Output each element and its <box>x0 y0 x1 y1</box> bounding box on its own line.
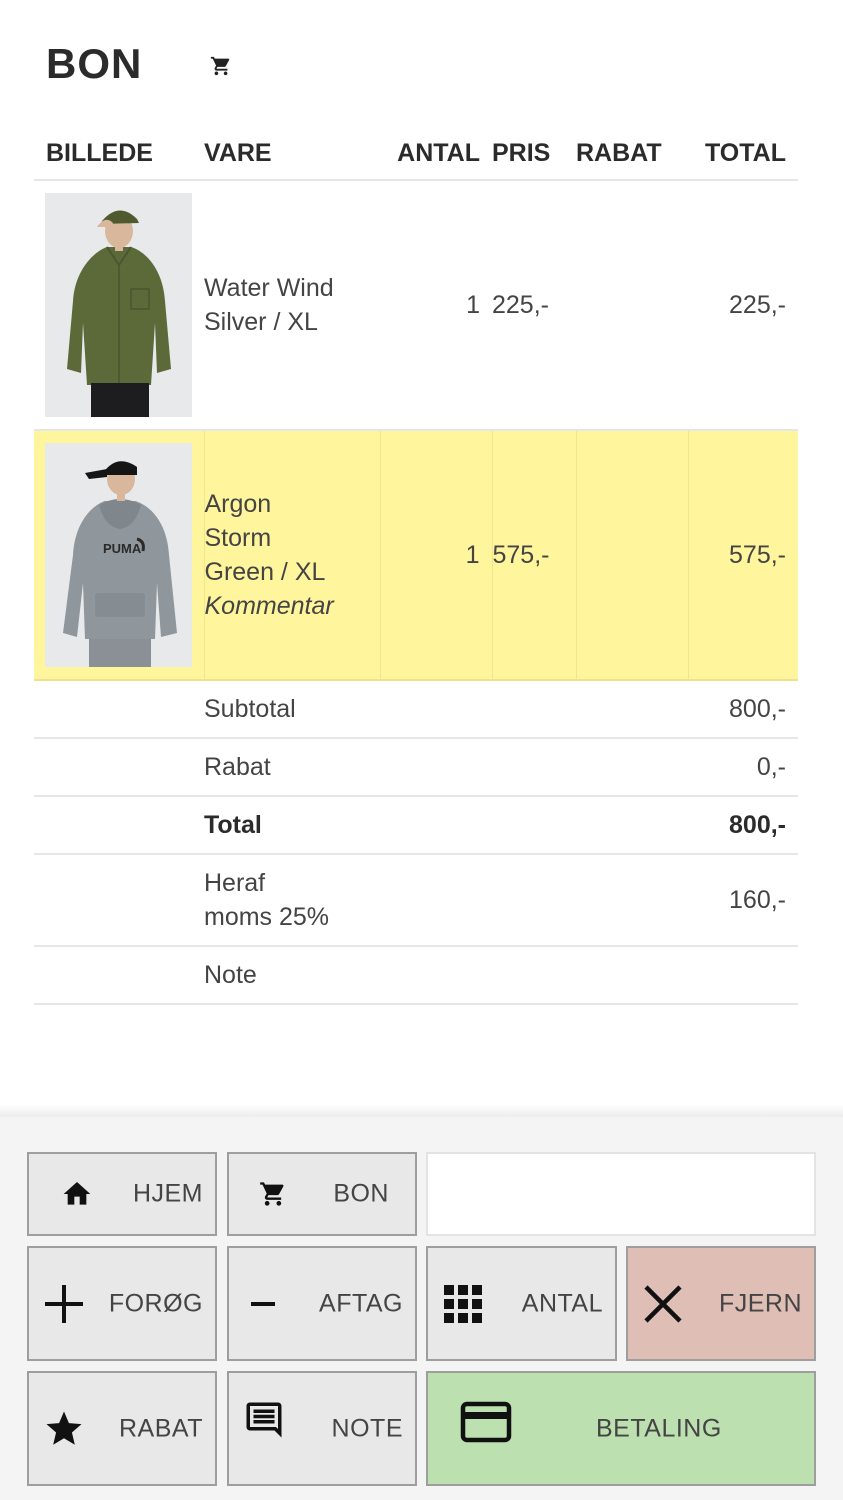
subtotal-value: 800,- <box>688 680 798 739</box>
item-quantity: 1 <box>379 430 492 681</box>
home-icon <box>59 1178 95 1210</box>
column-header-quantity: ANTAL <box>380 128 492 181</box>
plus-icon <box>43 1283 85 1325</box>
total-value: 800,- <box>688 796 798 855</box>
receipt-button[interactable]: BON <box>227 1152 417 1236</box>
column-header-total: TOTAL <box>688 128 798 181</box>
item-total: 575,- <box>687 430 798 681</box>
toolbar-divider <box>0 1105 843 1117</box>
receipt-button-label: BON <box>333 1179 389 1208</box>
item-name: Water Wind Silver / XL <box>204 180 380 431</box>
decrease-button[interactable]: AFTAG <box>227 1246 417 1361</box>
keypad-icon <box>442 1283 484 1325</box>
close-icon <box>642 1283 684 1325</box>
discount-label: Rabat <box>204 738 688 797</box>
item-name-line: Storm <box>204 524 272 552</box>
decrease-button-label: AFTAG <box>319 1289 403 1317</box>
total-label: Total <box>204 796 688 855</box>
note-row[interactable]: Note <box>34 946 798 1005</box>
item-comment: Kommentar <box>204 592 334 620</box>
item-discount <box>576 180 688 431</box>
remove-button[interactable]: FJERN <box>626 1246 816 1361</box>
table-header-row: BILLEDE VARE ANTAL PRIS RABAT TOTAL <box>34 128 798 181</box>
table-row-selected[interactable]: PUMA Argon Storm Green / XL Kommentar 1 … <box>34 430 798 681</box>
item-quantity: 1 <box>380 180 492 431</box>
product-image <box>45 193 192 417</box>
receipt-table: BILLEDE VARE ANTAL PRIS RABAT TOTAL Wate… <box>34 128 798 1005</box>
payment-button[interactable]: BETALING <box>426 1371 816 1486</box>
column-header-item: VARE <box>204 128 380 181</box>
vat-label-line: Heraf <box>204 869 266 897</box>
discount-button-label: RABAT <box>119 1414 203 1442</box>
vat-value: 160,- <box>688 854 798 947</box>
quantity-button[interactable]: ANTAL <box>426 1246 617 1361</box>
total-row: Total 800,- <box>34 796 798 855</box>
remove-button-label: FJERN <box>718 1289 802 1317</box>
item-total: 225,- <box>688 180 798 431</box>
item-name-line: Argon <box>204 490 272 518</box>
subtotal-label: Subtotal <box>204 680 688 739</box>
note-button[interactable]: NOTE <box>227 1371 417 1486</box>
product-image: PUMA <box>45 443 192 667</box>
svg-text:PUMA: PUMA <box>103 541 142 556</box>
item-discount <box>575 430 688 681</box>
discount-button[interactable]: RABAT <box>27 1371 217 1486</box>
page-title: BON <box>46 40 143 87</box>
increase-button-label: FORØG <box>108 1289 203 1317</box>
home-button[interactable]: HJEM <box>27 1152 217 1236</box>
page-header: BON <box>46 40 232 88</box>
note-label: Note <box>204 946 688 1005</box>
column-header-price: PRIS <box>492 128 576 181</box>
item-name-line: Water Wind <box>204 274 334 302</box>
discount-row: Rabat 0,- <box>34 738 798 797</box>
vat-label-line: moms 25% <box>204 903 330 931</box>
minus-icon <box>251 1300 277 1308</box>
credit-card-icon <box>460 1401 512 1443</box>
comment-icon <box>243 1399 285 1441</box>
item-variant: Green / XL <box>204 558 326 586</box>
cart-icon <box>211 56 230 76</box>
item-price: 575,- <box>491 430 576 681</box>
star-icon <box>43 1408 85 1450</box>
vat-label: Heraf moms 25% <box>204 854 688 947</box>
column-header-discount: RABAT <box>576 128 688 181</box>
quantity-button-label: ANTAL <box>521 1289 603 1317</box>
discount-value: 0,- <box>688 738 798 797</box>
vat-row: Heraf moms 25% 160,- <box>34 854 798 947</box>
item-price: 225,- <box>492 180 576 431</box>
increase-button[interactable]: FORØG <box>27 1246 217 1361</box>
note-button-label: NOTE <box>331 1414 403 1442</box>
subtotal-row: Subtotal 800,- <box>34 680 798 739</box>
home-button-label: HJEM <box>132 1179 203 1208</box>
item-variant: Silver / XL <box>204 308 318 336</box>
payment-button-label: BETALING <box>596 1414 722 1442</box>
barcode-input[interactable] <box>426 1152 816 1236</box>
column-header-image: BILLEDE <box>34 128 204 181</box>
table-row[interactable]: Water Wind Silver / XL 1 225,- 225,- <box>34 180 798 431</box>
item-name: Argon Storm Green / XL Kommentar <box>203 430 380 681</box>
cart-icon <box>259 1180 287 1208</box>
